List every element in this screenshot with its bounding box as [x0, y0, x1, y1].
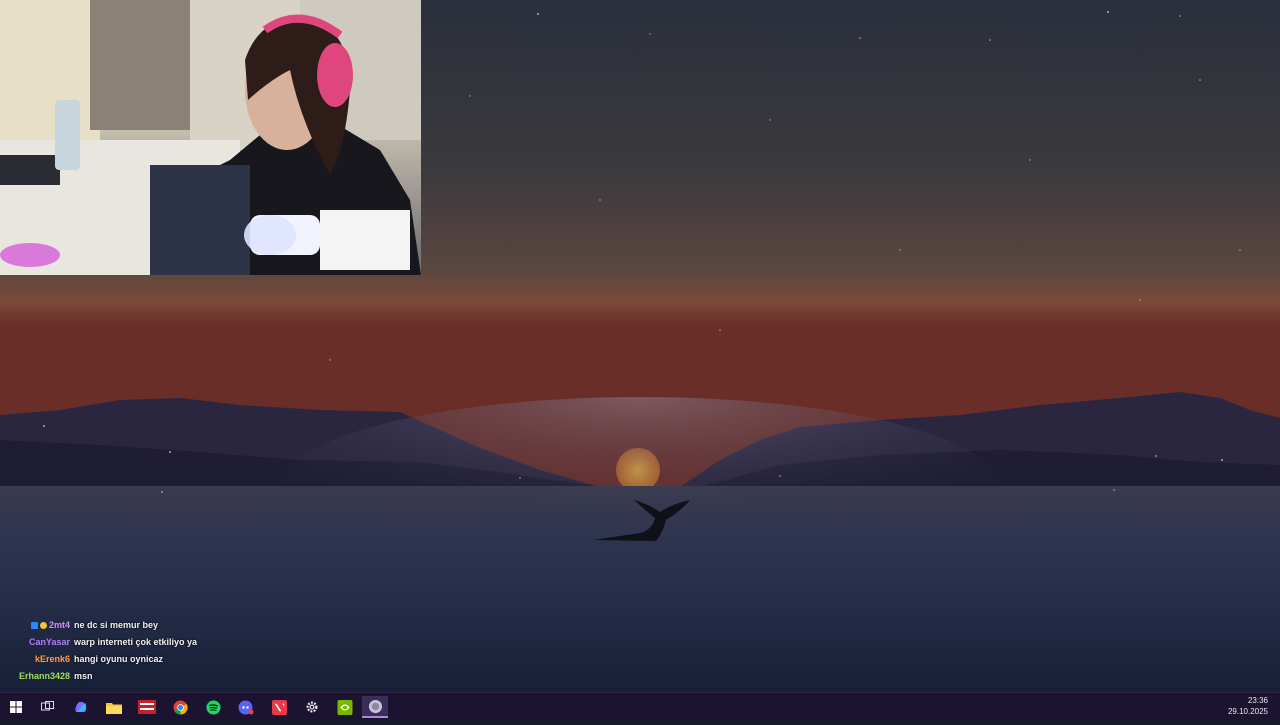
valorant-button[interactable]	[266, 696, 292, 718]
start-button[interactable]	[3, 696, 29, 718]
obs-app-button[interactable]	[362, 696, 388, 718]
settings-button[interactable]	[299, 696, 325, 718]
system-clock[interactable]: 23:36 29.10.2025	[1228, 695, 1268, 717]
chat-text: hangi oyunu oynicaz	[74, 654, 164, 664]
chat-username: CanYasar	[28, 637, 70, 647]
folder-icon	[106, 702, 122, 714]
webcam-overlay	[0, 0, 421, 275]
spotify-button[interactable]	[200, 696, 226, 718]
chat-message: 2mt4 ne dc si memur bey	[14, 617, 274, 634]
chat-text: warp interneti çok etkiliyo ya	[74, 637, 198, 647]
voice-meeter-button[interactable]	[134, 696, 160, 718]
stream-chat-overlay: 2mt4 ne dc si memur bey CanYasar warp in…	[14, 617, 274, 685]
gear-icon	[306, 701, 318, 713]
discord-button[interactable]	[233, 696, 259, 718]
valorant-icon	[271, 699, 287, 715]
windows-start-icon	[10, 701, 22, 713]
chat-text: ne dc si memur bey	[74, 620, 159, 630]
obs-app-icon	[368, 699, 382, 713]
taskbar: 23:36 29.10.2025	[0, 692, 1280, 720]
clock-date: 29.10.2025	[1227, 707, 1268, 716]
task-view-icon	[40, 701, 54, 711]
chat-username: Erhann3428	[18, 671, 70, 681]
spotify-icon	[205, 699, 221, 715]
copilot-button[interactable]	[68, 696, 94, 718]
copilot-icon	[75, 702, 87, 713]
subscriber-badge-icon	[30, 622, 38, 629]
task-view-button[interactable]	[34, 696, 60, 718]
chrome-icon	[172, 699, 188, 715]
chat-username: kErenk6	[34, 654, 70, 664]
chat-message: kErenk6 hangi oyunu oynicaz	[14, 651, 274, 668]
webcam-feed-image	[0, 0, 421, 275]
bits-badge-icon	[39, 622, 47, 629]
discord-icon	[238, 700, 254, 714]
chat-message: CanYasar warp interneti çok etkiliyo ya	[14, 634, 274, 651]
voice-meeter-icon	[138, 700, 156, 714]
chat-text: msn	[74, 671, 93, 681]
nvidia-button[interactable]	[332, 696, 358, 718]
chat-message: Erhann3428 msn	[14, 668, 274, 685]
chrome-button[interactable]	[167, 696, 193, 718]
clock-time: 23:36	[1247, 696, 1268, 705]
nvidia-icon	[337, 699, 353, 715]
chat-username: 2mt4	[48, 620, 70, 630]
file-explorer-button[interactable]	[101, 696, 127, 718]
